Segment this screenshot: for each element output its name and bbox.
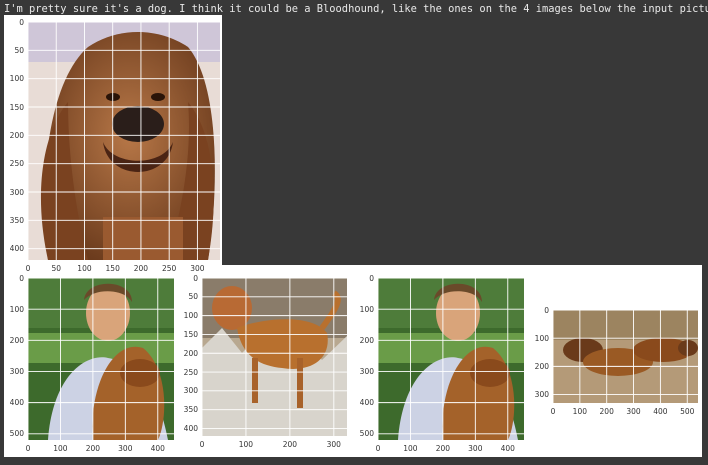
- match-3-xtick-label: 100: [403, 444, 418, 453]
- match-1-ytick-label: 500: [9, 429, 24, 439]
- match-3-grid: [378, 278, 524, 440]
- match-4-grid: [553, 310, 698, 403]
- match-2-xtick-label: 0: [199, 440, 205, 449]
- match-2-ytick-label: 100: [183, 311, 198, 321]
- match-3-ytick-label: 500: [359, 429, 374, 439]
- match-1-ytick-label: 200: [9, 335, 24, 345]
- input-figure-xtick-label: 200: [133, 264, 149, 273]
- match-2-xtick-label: 300: [326, 440, 341, 449]
- match-1-xtick-label: 400: [150, 444, 165, 453]
- match-1-xtick-label: 100: [53, 444, 68, 453]
- match-4-xtick-label: 500: [680, 407, 695, 416]
- input-figure-ytick-label: 400: [9, 244, 24, 254]
- match-1-xtick-label: 200: [85, 444, 101, 453]
- match-2-xtick-label: 200: [282, 440, 298, 449]
- match-3-ytick-label: 0: [369, 273, 374, 283]
- input-figure-ytick-label: 350: [9, 215, 24, 225]
- match-1-ytick-label: 400: [9, 398, 24, 408]
- match-4-xtick-label: 400: [653, 407, 668, 416]
- match-2-ytick-label: 300: [183, 386, 198, 396]
- match-1-grid: [28, 278, 174, 440]
- input-figure-xtick-label: 300: [190, 264, 205, 273]
- match-4-ytick-label: 0: [544, 305, 549, 315]
- match-2-ytick-label: 50: [188, 292, 198, 302]
- match-2-ytick-label: 400: [183, 423, 198, 433]
- match-3-ytick-label: 100: [359, 304, 374, 314]
- match-2-ytick-label: 350: [183, 405, 198, 415]
- input-figure-xtick-label: 250: [162, 264, 177, 273]
- input-figure-ytick-label: 50: [14, 45, 24, 55]
- match-1-xtick-label: 0: [25, 444, 31, 453]
- match-2-ytick-label: 250: [183, 367, 198, 377]
- match-4-xtick-label: 300: [626, 407, 641, 416]
- output-text: I'm pretty sure it's a dog. I think it c…: [4, 3, 708, 15]
- match-4-xtick-label: 100: [572, 407, 587, 416]
- input-figure-xtick-label: 150: [105, 264, 120, 273]
- match-4-ytick-label: 100: [534, 333, 549, 343]
- input-figure-ytick-label: 0: [19, 17, 24, 27]
- match-1-ytick-label: 300: [9, 366, 24, 376]
- match-2-ytick-label: 0: [193, 273, 198, 283]
- match-2-xtick-label: 100: [238, 440, 254, 449]
- match-2-grid: [202, 278, 347, 436]
- match-2-ytick-label: 150: [183, 329, 198, 339]
- input-figure-ytick-label: 100: [9, 74, 24, 84]
- match-4-ytick-label: 200: [534, 361, 549, 371]
- match-1-xtick-label: 300: [118, 444, 133, 453]
- match-1-ytick-label: 0: [19, 273, 24, 283]
- match-3-ytick-label: 300: [359, 366, 374, 376]
- match-2-ytick-label: 200: [183, 348, 198, 358]
- input-figure-ytick-label: 200: [9, 130, 24, 140]
- match-3-xtick-label: 200: [435, 444, 451, 453]
- match-1-ytick-label: 100: [9, 304, 24, 314]
- input-figure-xtick-label: 0: [25, 264, 31, 273]
- match-3-ytick-label: 400: [359, 398, 374, 408]
- input-figure-ytick-label: 300: [9, 187, 24, 197]
- match-4-xtick-label: 200: [599, 407, 614, 416]
- match-3-xtick-label: 300: [468, 444, 483, 453]
- input-figure-ytick-label: 150: [9, 102, 24, 112]
- match-4-ytick-label: 300: [534, 390, 549, 400]
- input-figure-xtick-label: 100: [77, 264, 92, 273]
- input-figure-xtick-label: 50: [51, 264, 61, 273]
- match-3-xtick-label: 400: [500, 444, 515, 453]
- match-4-xtick-label: 0: [550, 407, 556, 416]
- input-figure-grid: [28, 22, 220, 260]
- input-figure-ytick-label: 250: [9, 159, 24, 169]
- match-3-ytick-label: 200: [359, 335, 374, 345]
- match-3-xtick-label: 0: [375, 444, 381, 453]
